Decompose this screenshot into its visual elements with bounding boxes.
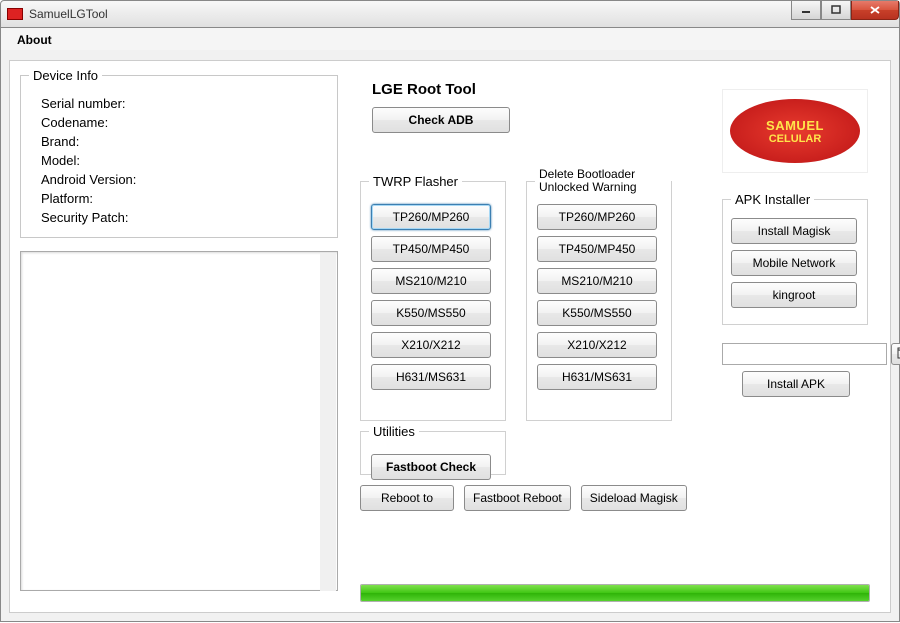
field-security: Security Patch: (31, 208, 327, 227)
main-panel: Device Info Serial number: Codename: Bra… (9, 60, 891, 613)
utilities-group: Utilities Fastboot Check (360, 431, 506, 475)
menu-about[interactable]: About (9, 31, 60, 49)
logo-line2: CELULAR (769, 133, 822, 145)
fastboot-reboot-button[interactable]: Fastboot Reboot (464, 485, 571, 511)
twrp-tp450-button[interactable]: TP450/MP450 (371, 236, 491, 262)
minimize-button[interactable] (791, 1, 821, 20)
browse-button[interactable] (891, 343, 900, 365)
twrp-h631-button[interactable]: H631/MS631 (371, 364, 491, 390)
apk-path-input[interactable] (722, 343, 887, 365)
twrp-ms210-button[interactable]: MS210/M210 (371, 268, 491, 294)
field-platform: Platform: (31, 189, 327, 208)
delbl-tp450-button[interactable]: TP450/MP450 (537, 236, 657, 262)
field-serial: Serial number: (31, 94, 327, 113)
window-title: SamuelLGTool (29, 7, 108, 21)
logo-badge: SAMUEL CELULAR (730, 99, 860, 163)
utilities-row: Reboot to Fastboot Reboot Sideload Magis… (360, 485, 687, 511)
field-model: Model: (31, 151, 327, 170)
twrp-legend: TWRP Flasher (369, 174, 462, 189)
menubar: About (0, 28, 900, 50)
sideload-magisk-button[interactable]: Sideload Magisk (581, 485, 687, 511)
twrp-k550-button[interactable]: K550/MS550 (371, 300, 491, 326)
kingroot-button[interactable]: kingroot (731, 282, 857, 308)
fastboot-check-button[interactable]: Fastboot Check (371, 454, 491, 480)
delbl-ms210-button[interactable]: MS210/M210 (537, 268, 657, 294)
install-magisk-button[interactable]: Install Magisk (731, 218, 857, 244)
reboot-to-button[interactable]: Reboot to (360, 485, 454, 511)
titlebar: SamuelLGTool (0, 0, 900, 28)
logo-line1: SAMUEL (766, 118, 824, 133)
device-info-group: Device Info Serial number: Codename: Bra… (20, 75, 338, 238)
field-codename: Codename: (31, 113, 327, 132)
close-button[interactable] (851, 1, 899, 20)
delbl-legend: Delete Bootloader Unlocked Warning (535, 168, 671, 194)
install-apk-button[interactable]: Install APK (742, 371, 850, 397)
check-adb-button[interactable]: Check ADB (372, 107, 510, 133)
logo: SAMUEL CELULAR (722, 89, 868, 173)
tool-title: LGE Root Tool (372, 81, 476, 98)
field-brand: Brand: (31, 132, 327, 151)
apk-installer-group: APK Installer Install Magisk Mobile Netw… (722, 199, 868, 325)
scrollbar[interactable] (320, 253, 336, 591)
delbl-k550-button[interactable]: K550/MS550 (537, 300, 657, 326)
field-android: Android Version: (31, 170, 327, 189)
apk-legend: APK Installer (731, 192, 814, 207)
mobile-network-button[interactable]: Mobile Network (731, 250, 857, 276)
twrp-x210-button[interactable]: X210/X212 (371, 332, 491, 358)
device-info-legend: Device Info (29, 68, 102, 83)
utilities-legend: Utilities (369, 424, 419, 439)
app-icon (7, 8, 23, 20)
window-body: Device Info Serial number: Codename: Bra… (0, 50, 900, 622)
delbl-h631-button[interactable]: H631/MS631 (537, 364, 657, 390)
window-controls (791, 1, 899, 20)
delete-bootloader-group: Delete Bootloader Unlocked Warning TP260… (526, 181, 672, 421)
delbl-tp260-button[interactable]: TP260/MP260 (537, 204, 657, 230)
twrp-tp260-button[interactable]: TP260/MP260 (371, 204, 491, 230)
apk-path-row (722, 343, 868, 365)
maximize-button[interactable] (821, 1, 851, 20)
progress-bar (360, 584, 870, 602)
twrp-flasher-group: TWRP Flasher TP260/MP260 TP450/MP450 MS2… (360, 181, 506, 421)
progress-fill (361, 585, 869, 601)
log-textarea[interactable] (20, 251, 338, 591)
delbl-x210-button[interactable]: X210/X212 (537, 332, 657, 358)
